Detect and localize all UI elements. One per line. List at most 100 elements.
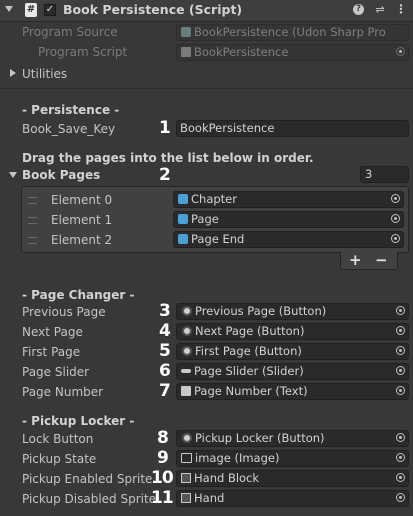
previous-page-label: Previous Page: [22, 305, 106, 319]
pickup-enabled-sprite-value: Hand Block: [194, 471, 260, 485]
button-component-icon: [182, 346, 192, 356]
element-2-value: Page End: [191, 232, 245, 246]
pickup-disabled-sprite-field[interactable]: Hand: [176, 490, 409, 507]
book-pages-foldout-icon[interactable]: [9, 172, 17, 178]
foldout-arrow-icon[interactable]: [5, 6, 13, 12]
text-component-icon: [181, 386, 191, 396]
prefab-cube-icon: [178, 234, 188, 244]
first-page-value: First Page (Button): [195, 344, 302, 358]
pickup-state-field[interactable]: image (Image): [176, 450, 409, 467]
previous-page-field[interactable]: Previous Page (Button): [176, 303, 409, 320]
cs-script-icon: [181, 47, 191, 57]
help-icon[interactable]: ?: [353, 4, 364, 15]
persistence-header: - Persistence -: [22, 103, 120, 117]
element-2-field[interactable]: Page End: [173, 231, 404, 248]
page-number-field[interactable]: Page Number (Text): [176, 383, 409, 400]
marker-5: 5: [159, 341, 171, 361]
program-source-value: BookPersistence (Udon Sharp Pro: [194, 25, 386, 39]
button-component-icon: [182, 326, 192, 336]
save-key-input[interactable]: BookPersistence: [176, 120, 409, 137]
lock-button-field[interactable]: Pickup Locker (Button): [176, 430, 409, 447]
first-page-field[interactable]: First Page (Button): [176, 343, 409, 360]
object-picker-icon[interactable]: [396, 346, 405, 355]
drag-handle-icon[interactable]: [28, 217, 37, 224]
element-0-value: Chapter: [191, 192, 237, 206]
next-page-label: Next Page: [22, 325, 83, 339]
pickup-state-label: Pickup State: [22, 452, 97, 466]
utilities-foldout-icon[interactable]: [10, 69, 16, 77]
page-slider-label: Page Slider: [22, 365, 90, 379]
prefab-cube-icon: [178, 214, 188, 224]
save-key-label: Book_Save_Key: [22, 122, 116, 136]
object-picker-icon[interactable]: [396, 366, 405, 375]
array-size-input[interactable]: 3: [360, 166, 409, 183]
next-page-field[interactable]: Next Page (Button): [176, 323, 409, 340]
object-picker-icon[interactable]: [396, 453, 405, 462]
marker-2: 2: [159, 165, 171, 185]
page-changer-header: - Page Changer -: [22, 288, 135, 302]
image-component-icon: [181, 453, 192, 463]
pickup-locker-header: - Pickup Locker -: [22, 414, 135, 428]
object-picker-icon[interactable]: [396, 473, 405, 482]
element-1-label: Element 1: [51, 213, 113, 227]
first-page-label: First Page: [22, 345, 81, 359]
object-picker-icon[interactable]: [396, 433, 405, 442]
page-number-value: Page Number (Text): [194, 384, 308, 398]
object-picker-icon[interactable]: [396, 386, 405, 395]
object-picker-icon[interactable]: [391, 234, 400, 243]
slider-component-icon: [181, 369, 191, 373]
marker-4: 4: [159, 321, 171, 341]
book-pages-label[interactable]: Book Pages: [22, 167, 100, 183]
previous-page-value: Previous Page (Button): [195, 304, 327, 318]
object-picker-icon[interactable]: [396, 493, 405, 502]
enabled-checkbox[interactable]: ✓: [44, 4, 56, 16]
pickup-state-value: image (Image): [195, 451, 280, 465]
drag-handle-icon[interactable]: [28, 237, 37, 244]
pickup-disabled-sprite-label: Pickup Disabled Sprite: [22, 492, 157, 506]
program-script-value: BookPersistence: [194, 45, 289, 59]
utilities-foldout[interactable]: Utilities: [22, 66, 67, 82]
menu-icon[interactable]: ⋮: [395, 3, 407, 16]
button-component-icon: [182, 433, 192, 443]
drag-hint: Drag the pages into the list below in or…: [22, 151, 314, 165]
udon-asset-icon: [181, 27, 191, 37]
object-picker-icon[interactable]: [396, 326, 405, 335]
lock-button-label: Lock Button: [22, 432, 94, 446]
marker-7: 7: [159, 381, 171, 401]
divider: [0, 88, 413, 89]
element-0-label: Element 0: [51, 193, 113, 207]
sprite-icon: [181, 493, 191, 503]
drag-handle-icon[interactable]: [28, 197, 37, 204]
marker-10: 10: [151, 468, 174, 488]
element-0-field[interactable]: Chapter: [173, 191, 404, 208]
settings-icon[interactable]: ⇌: [374, 3, 386, 16]
page-slider-field[interactable]: Page Slider (Slider): [176, 363, 409, 380]
next-page-value: Next Page (Button): [195, 324, 305, 338]
script-icon: #: [25, 3, 37, 17]
remove-element-button[interactable]: −: [375, 252, 388, 268]
pickup-enabled-sprite-label: Pickup Enabled Sprite: [22, 472, 153, 486]
marker-11: 11: [151, 488, 174, 508]
marker-6: 6: [159, 361, 171, 381]
pickup-disabled-sprite-value: Hand: [194, 491, 225, 505]
page-number-label: Page Number: [22, 385, 104, 399]
pickup-enabled-sprite-field[interactable]: Hand Block: [176, 470, 409, 487]
component-title: Book Persistence (Script): [63, 2, 243, 17]
element-1-field[interactable]: Page: [173, 211, 404, 228]
page-slider-value: Page Slider (Slider): [194, 364, 304, 378]
marker-9: 9: [157, 448, 169, 468]
object-picker-icon[interactable]: [391, 194, 400, 203]
element-2-label: Element 2: [51, 233, 113, 247]
program-script-field: BookPersistence: [176, 44, 409, 61]
marker-1: 1: [159, 118, 171, 138]
prefab-cube-icon: [178, 194, 188, 204]
object-picker-icon[interactable]: [396, 306, 405, 315]
marker-3: 3: [159, 301, 171, 321]
button-component-icon: [182, 306, 192, 316]
object-picker-icon[interactable]: [391, 214, 400, 223]
element-1-value: Page: [191, 212, 219, 226]
sprite-icon: [181, 473, 191, 483]
program-source-field: BookPersistence (Udon Sharp Pro: [176, 24, 409, 41]
object-picker-icon[interactable]: [396, 47, 405, 56]
add-element-button[interactable]: +: [349, 252, 362, 268]
